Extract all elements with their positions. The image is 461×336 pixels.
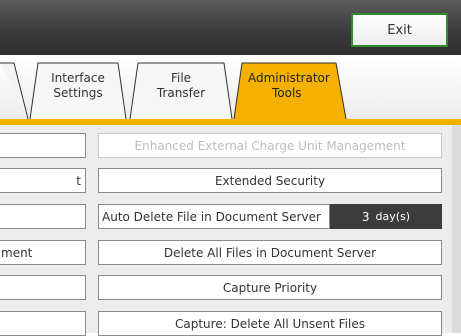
- tab-line-2: Settings: [53, 86, 103, 100]
- delete-all-files-button[interactable]: Delete All Files in Document Server: [98, 240, 442, 265]
- tab-line-2: Tools: [272, 86, 302, 100]
- tab-file-transfer[interactable]: File Transfer: [141, 71, 221, 101]
- auto-delete-file-button[interactable]: Auto Delete File in Document Server: [98, 204, 330, 229]
- tab-interface-settings[interactable]: Interface Settings: [38, 71, 118, 101]
- extended-security-button[interactable]: Extended Security: [98, 168, 442, 193]
- exit-button[interactable]: Exit: [351, 13, 448, 47]
- left-setting-button-3[interactable]: [0, 204, 86, 229]
- tab-line-1: Administrator: [248, 71, 330, 85]
- active-tab-strip: [0, 119, 461, 125]
- left-setting-button-2[interactable]: t: [0, 168, 86, 193]
- top-bar: Exit: [0, 0, 461, 55]
- tab-administrator-tools[interactable]: Administrator Tools: [248, 71, 334, 101]
- left-setting-button-6[interactable]: [0, 311, 86, 336]
- left-setting-button-1[interactable]: [0, 133, 86, 158]
- scrollbar-track[interactable]: [452, 125, 461, 333]
- tab-line-1: Interface: [51, 71, 105, 85]
- capture-priority-button[interactable]: Capture Priority: [98, 275, 442, 300]
- auto-delete-value: 3: [361, 209, 370, 224]
- tab-partial-shape: [0, 62, 29, 120]
- enhanced-external-charge-button: Enhanced External Charge Unit Management: [98, 133, 442, 158]
- left-setting-button-4[interactable]: ment: [0, 240, 86, 265]
- tab-line-2: Transfer: [156, 86, 206, 100]
- left-setting-button-5[interactable]: [0, 275, 86, 300]
- capture-delete-unsent-button[interactable]: Capture: Delete All Unsent Files: [98, 311, 442, 336]
- auto-delete-value-display: 3 day(s): [330, 204, 442, 229]
- auto-delete-unit: day(s): [375, 210, 411, 223]
- tab-line-1: File: [170, 71, 192, 85]
